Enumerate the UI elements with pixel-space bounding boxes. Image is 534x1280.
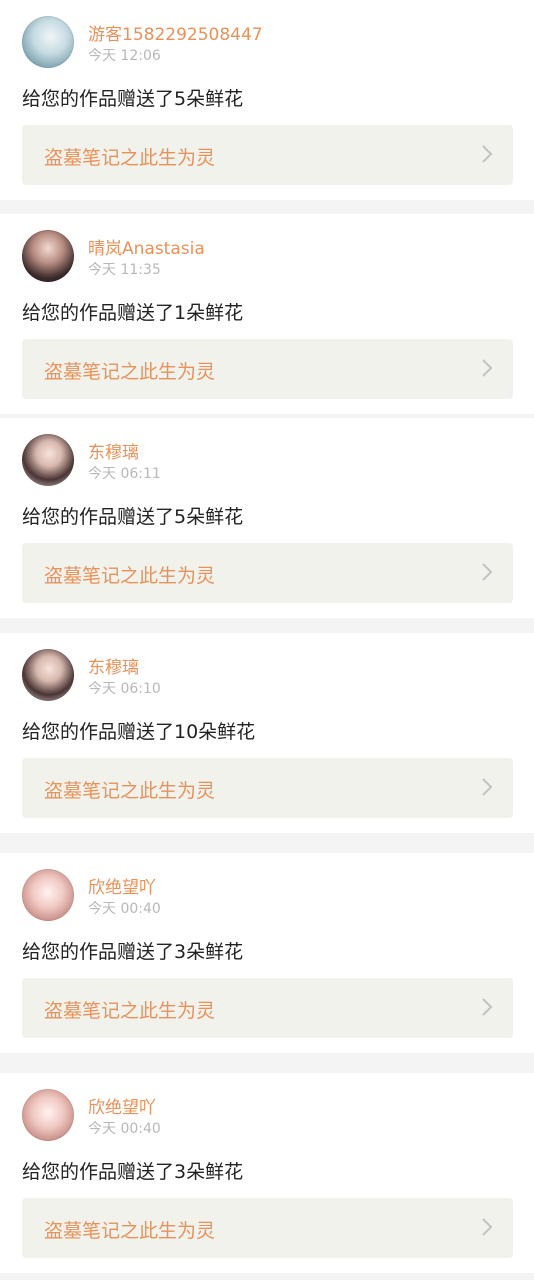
work-link[interactable]: 盗墓笔记之此生为灵 [22,978,513,1038]
gift-message: 给您的作品赠送了5朵鲜花 [22,506,244,528]
avatar[interactable] [22,230,74,282]
timestamp: 今天 11:35 [88,262,161,278]
work-title: 盗墓笔记之此生为灵 [44,1220,216,1242]
work-title: 盗墓笔记之此生为灵 [44,565,216,587]
work-title: 盗墓笔记之此生为灵 [44,780,216,802]
gift-notification-card: 晴岚Anastasia 今天 11:35 给您的作品赠送了1朵鲜花 盗墓笔记之此… [0,214,534,414]
gift-notification-card: 欣绝望吖 今天 00:40 给您的作品赠送了3朵鲜花 盗墓笔记之此生为灵 [0,1073,534,1273]
user-name[interactable]: 晴岚Anastasia [88,234,205,259]
chevron-right-icon [482,359,493,377]
chevron-right-icon [482,1218,493,1236]
chevron-right-icon [482,145,493,163]
gift-notification-card: 东穆璃 今天 06:10 给您的作品赠送了10朵鲜花 盗墓笔记之此生为灵 [0,633,534,833]
gift-notification-card: 欣绝望吖 今天 00:40 给您的作品赠送了3朵鲜花 盗墓笔记之此生为灵 [0,853,534,1053]
gift-message: 给您的作品赠送了1朵鲜花 [22,302,244,324]
chevron-right-icon [482,998,493,1016]
work-link[interactable]: 盗墓笔记之此生为灵 [22,543,513,603]
chevron-right-icon [482,778,493,796]
work-title: 盗墓笔记之此生为灵 [44,147,216,169]
timestamp: 今天 00:40 [88,901,161,917]
gift-notification-card: 东穆璃 今天 06:11 给您的作品赠送了5朵鲜花 盗墓笔记之此生为灵 [0,418,534,618]
avatar[interactable] [22,1089,74,1141]
avatar[interactable] [22,869,74,921]
chevron-right-icon [482,563,493,581]
avatar[interactable] [22,649,74,701]
gift-notification-card: 游客1582292508447 今天 12:06 给您的作品赠送了5朵鲜花 盗墓… [0,0,534,200]
work-link[interactable]: 盗墓笔记之此生为灵 [22,758,513,818]
work-title: 盗墓笔记之此生为灵 [44,361,216,383]
timestamp: 今天 06:11 [88,466,161,482]
gift-message: 给您的作品赠送了5朵鲜花 [22,88,244,110]
work-link[interactable]: 盗墓笔记之此生为灵 [22,1198,513,1258]
gift-message: 给您的作品赠送了3朵鲜花 [22,1161,244,1183]
timestamp: 今天 00:40 [88,1121,161,1137]
user-name[interactable]: 欣绝望吖 [88,1093,156,1118]
user-name[interactable]: 欣绝望吖 [88,873,156,898]
user-name[interactable]: 游客1582292508447 [88,20,263,45]
user-name[interactable]: 东穆璃 [88,653,139,678]
avatar[interactable] [22,434,74,486]
work-link[interactable]: 盗墓笔记之此生为灵 [22,125,513,185]
timestamp: 今天 06:10 [88,681,161,697]
avatar[interactable] [22,16,74,68]
timestamp: 今天 12:06 [88,48,161,64]
user-name[interactable]: 东穆璃 [88,438,139,463]
gift-message: 给您的作品赠送了3朵鲜花 [22,941,244,963]
gift-message: 给您的作品赠送了10朵鲜花 [22,721,256,743]
notification-feed: 游客1582292508447 今天 12:06 给您的作品赠送了5朵鲜花 盗墓… [0,0,534,1280]
work-link[interactable]: 盗墓笔记之此生为灵 [22,339,513,399]
work-title: 盗墓笔记之此生为灵 [44,1000,216,1022]
